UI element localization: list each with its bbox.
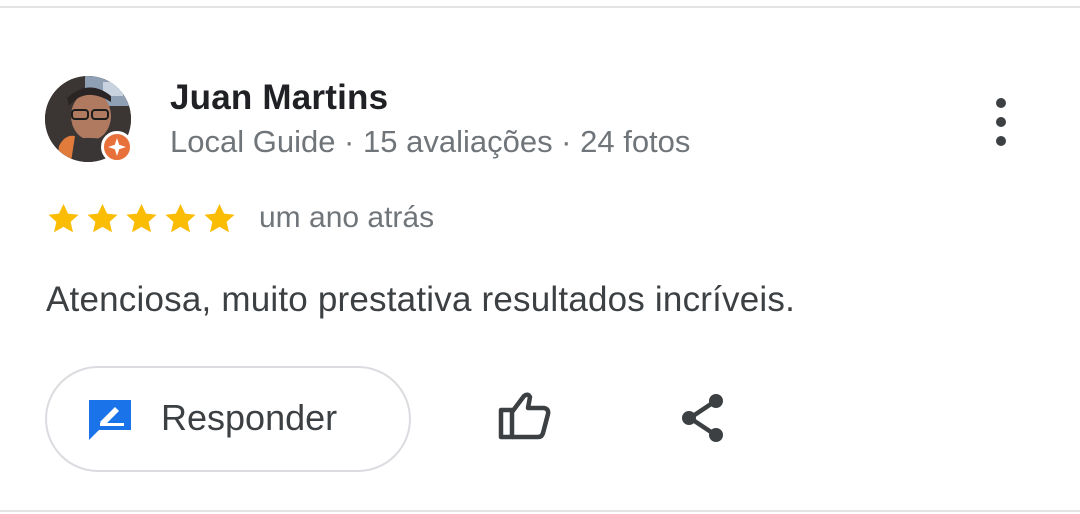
- more-vert-icon: [996, 98, 1006, 108]
- share-button[interactable]: [676, 390, 732, 446]
- local-guide-star-icon: [101, 131, 133, 163]
- reply-button[interactable]: Responder: [45, 366, 411, 472]
- top-divider: [0, 6, 1080, 8]
- star-rating: [44, 200, 239, 240]
- reply-edit-icon: [85, 396, 135, 444]
- reply-label: Responder: [161, 397, 338, 438]
- share-icon: [682, 394, 723, 442]
- author-name[interactable]: Juan Martins: [170, 78, 388, 118]
- star-icon: [83, 200, 122, 240]
- review-time: um ano atrás: [259, 201, 435, 234]
- author-avatar[interactable]: [45, 76, 133, 166]
- more-vert-dot: [996, 136, 1006, 146]
- thumbs-up-icon: [498, 392, 551, 440]
- review-text: Atenciosa, muito prestativa resultados i…: [46, 280, 796, 319]
- star-icon: [161, 200, 200, 240]
- star-icon: [44, 200, 83, 240]
- more-vert-dot: [996, 117, 1006, 127]
- like-button[interactable]: [495, 390, 555, 442]
- star-icon: [122, 200, 161, 240]
- star-icon: [200, 200, 239, 240]
- bottom-divider: [0, 510, 1080, 512]
- author-meta: Local Guide · 15 avaliações · 24 fotos: [170, 124, 691, 159]
- more-options-button[interactable]: [981, 94, 1021, 150]
